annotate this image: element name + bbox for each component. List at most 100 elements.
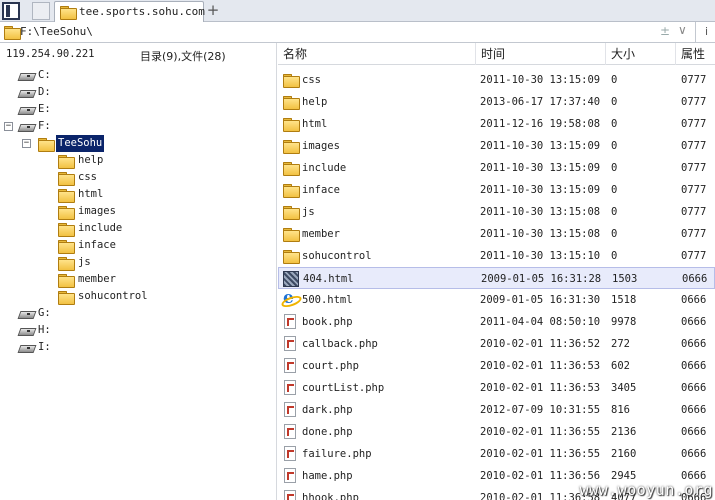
file-name: dark.php (302, 404, 353, 416)
file-attr: 0666 (681, 294, 707, 306)
file-row[interactable]: inface 2011-10-30 13:15:09 0 0777 (278, 179, 715, 201)
column-header-attr[interactable]: 属性 (676, 43, 715, 65)
php-file-icon (284, 490, 296, 500)
file-row[interactable]: css 2011-10-30 13:15:09 0 0777 (278, 69, 715, 91)
file-attr: 0777 (681, 118, 707, 130)
panel-toggle-button[interactable] (2, 2, 20, 20)
file-row[interactable]: sohucontrol 2011-10-30 13:15:10 0 0777 (278, 245, 715, 267)
html-file-icon (283, 271, 299, 287)
extra-button[interactable]: i (705, 25, 708, 38)
file-list-panel: 名称 时间 大小 属性 css 2011-10-30 13:15:09 0 0777 h… (278, 43, 715, 500)
file-time: 2011-12-16 19:58:08 (480, 118, 601, 130)
file-row[interactable]: member 2011-10-30 13:15:08 0 0777 (278, 223, 715, 245)
file-row[interactable]: done.php 2010-02-01 11:36:55 2136 0666 (278, 421, 715, 443)
folder-icon (58, 223, 75, 237)
tree-expander[interactable]: − (22, 139, 31, 148)
file-attr: 0666 (682, 273, 708, 285)
watermark: www.wooyun.org (579, 481, 713, 499)
file-name: failure.php (302, 448, 372, 460)
file-size: 272 (611, 338, 630, 350)
add-tab-button[interactable]: + (205, 1, 221, 19)
file-size: 0 (611, 118, 618, 130)
file-name: sohucontrol (302, 250, 372, 262)
file-name: done.php (302, 426, 353, 438)
file-name: js (302, 206, 315, 218)
column-header-size[interactable]: 大小 (606, 43, 676, 65)
file-size: 0 (611, 140, 618, 152)
file-row[interactable]: images 2011-10-30 13:15:09 0 0777 (278, 135, 715, 157)
file-size: 0 (611, 74, 618, 86)
php-file-icon (284, 380, 296, 395)
file-size: 3405 (611, 382, 637, 394)
php-file-icon (284, 336, 296, 351)
item-count: 目录(9),文件(28) (140, 50, 226, 63)
file-row[interactable]: help 2013-06-17 17:37:40 0 0777 (278, 91, 715, 113)
tree-item-label: member (78, 273, 116, 285)
file-row[interactable]: js 2011-10-30 13:15:08 0 0777 (278, 201, 715, 223)
file-row[interactable]: include 2011-10-30 13:15:09 0 0777 (278, 157, 715, 179)
file-row[interactable]: html 2011-12-16 19:58:08 0 0777 (278, 113, 715, 135)
file-row[interactable]: book.php 2011-04-04 08:50:10 9978 0666 (278, 311, 715, 333)
file-time: 2010-02-01 11:36:53 (480, 360, 601, 372)
file-attr: 0666 (681, 338, 707, 350)
window-button[interactable] (32, 2, 50, 20)
tree-item-label: sohucontrol (78, 290, 148, 302)
file-time: 2011-10-30 13:15:09 (480, 184, 601, 196)
folder-icon (58, 206, 75, 220)
file-time: 2011-10-30 13:15:09 (480, 74, 601, 86)
tree-item-label: H: (38, 324, 51, 336)
tab-title: tee.sports.sohu.com (79, 5, 205, 18)
drive-icon (18, 88, 34, 98)
file-attr: 0777 (681, 140, 707, 152)
tree-item-label: inface (78, 239, 116, 251)
drive-icon (18, 105, 34, 115)
file-row[interactable]: 500.html 2009-01-05 16:31:30 1518 0666 (278, 287, 715, 311)
file-size: 0 (611, 162, 618, 174)
file-row[interactable]: failure.php 2010-02-01 11:36:55 2160 0666 (278, 443, 715, 465)
file-size: 602 (611, 360, 630, 372)
file-size: 816 (611, 404, 630, 416)
folder-icon (283, 184, 300, 198)
file-name: callback.php (302, 338, 378, 350)
folder-icon (58, 172, 75, 186)
directory-tree-panel: 119.254.90.221 目录(9),文件(28) C: D: E: − F: − Te… (0, 43, 277, 500)
address-input[interactable]: F:\TeeSohu\ (20, 25, 93, 38)
file-row[interactable]: 404.html 2009-01-05 16:31:28 1503 0666 (278, 267, 715, 289)
php-file-icon (284, 358, 296, 373)
file-attr: 0666 (681, 426, 707, 438)
folder-icon (60, 6, 77, 20)
file-size: 1518 (611, 294, 637, 306)
file-time: 2011-10-30 13:15:09 (480, 140, 601, 152)
file-time: 2011-10-30 13:15:08 (480, 228, 601, 240)
tab-site[interactable]: tee.sports.sohu.com (54, 1, 205, 22)
file-attr: 0777 (681, 162, 707, 174)
column-header-name[interactable]: 名称 (278, 43, 476, 65)
tree-item-label: html (78, 188, 104, 200)
file-row[interactable]: court.php 2010-02-01 11:36:53 602 0666 (278, 355, 715, 377)
file-size: 0 (611, 96, 618, 108)
folder-icon (58, 240, 75, 254)
folder-icon (283, 96, 300, 110)
file-size: 0 (611, 250, 618, 262)
toggle-icon[interactable]: ± (660, 24, 670, 38)
tree-expander[interactable]: − (4, 122, 13, 131)
file-name: include (302, 162, 347, 174)
file-time: 2013-06-17 17:37:40 (480, 96, 601, 108)
file-row[interactable]: callback.php 2010-02-01 11:36:52 272 0666 (278, 333, 715, 355)
file-row[interactable]: dark.php 2012-07-09 10:31:55 816 0666 (278, 399, 715, 421)
tree-item-label: C: (38, 69, 51, 81)
tree-item-label: css (78, 171, 97, 183)
php-file-icon (284, 468, 296, 483)
file-size: 2160 (611, 448, 637, 460)
file-row[interactable]: courtList.php 2010-02-01 11:36:53 3405 0666 (278, 377, 715, 399)
tree-item-label: images (78, 205, 116, 217)
folder-icon (283, 228, 300, 242)
chevron-down-icon[interactable]: ∨ (678, 23, 687, 37)
file-time: 2012-07-09 10:31:55 (480, 404, 601, 416)
file-name: hhook.php (302, 492, 359, 500)
column-header-time[interactable]: 时间 (476, 43, 606, 65)
divider (695, 22, 696, 42)
tree-item-label: G: (38, 307, 51, 319)
file-time: 2011-04-04 08:50:10 (480, 316, 601, 328)
folder-icon (283, 206, 300, 220)
